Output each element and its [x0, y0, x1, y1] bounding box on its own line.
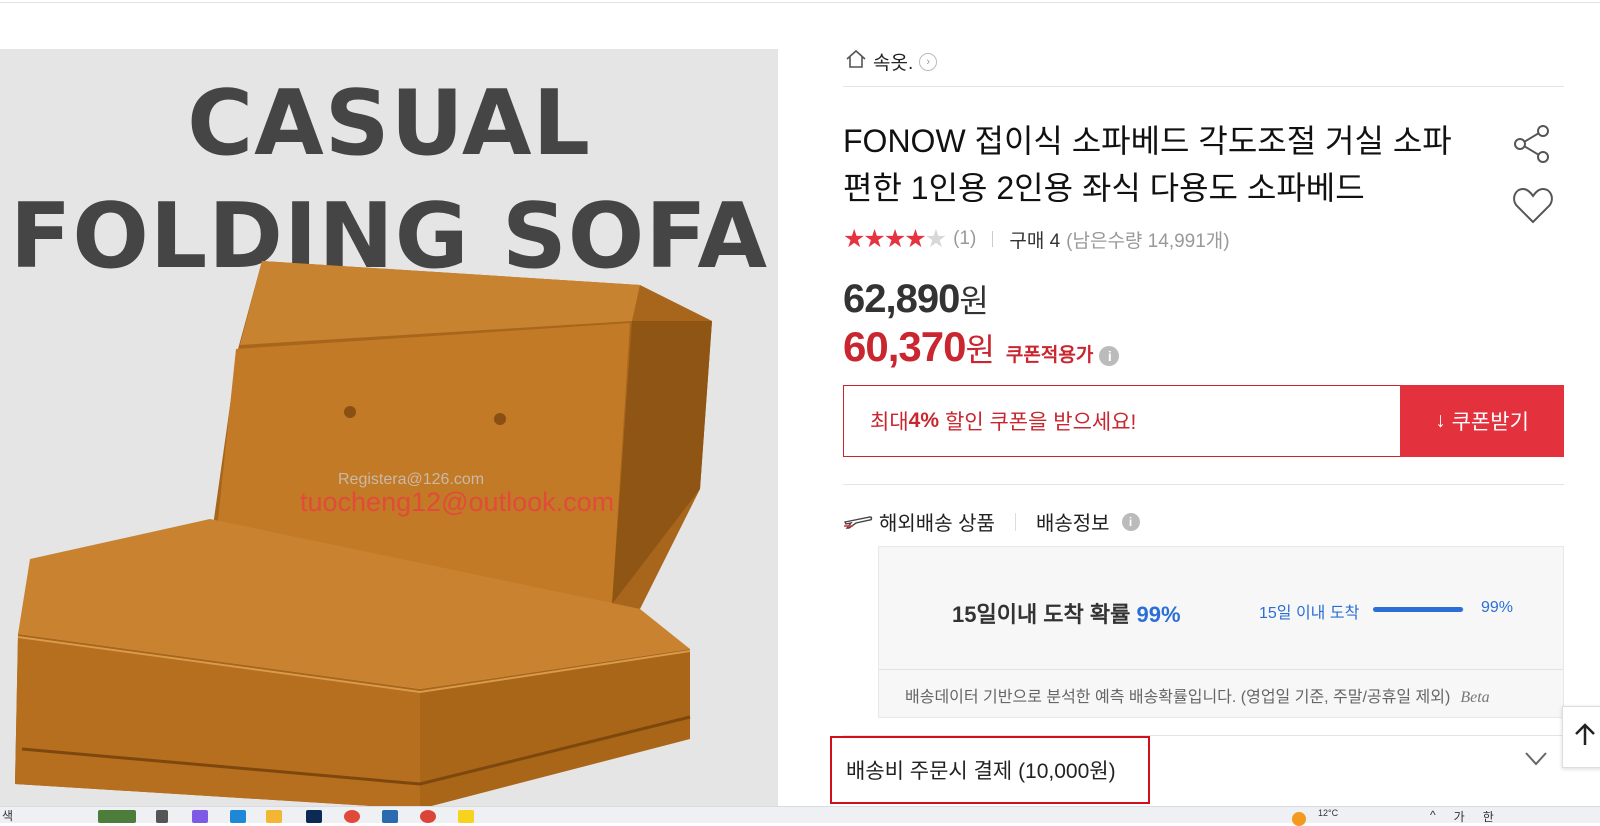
download-app-icon[interactable] — [344, 810, 360, 823]
weather-icon[interactable] — [1292, 812, 1306, 826]
kakaotalk-icon[interactable] — [458, 810, 474, 823]
coupon-price-unit: 원 — [965, 332, 994, 368]
watermark-large: tuocheng12@outlook.com — [300, 487, 615, 517]
probability-bar-value: 99% — [1481, 599, 1514, 616]
download-icon: ↓ — [1435, 409, 1446, 432]
star-icon: ★ — [883, 225, 906, 253]
delivery-probability-box: 15일이내 도착 확률 99% 15일 이내 도착 99% 배송데이터 기반으로… — [878, 546, 1564, 718]
app-icon[interactable] — [382, 810, 398, 823]
airplane-icon — [843, 509, 873, 535]
shipping-info-label[interactable]: 배송정보 — [1036, 507, 1110, 536]
taskbar: 색 12°C ^ 가 한 — [0, 806, 1600, 826]
coupon-price-label: 쿠폰적용가 — [1005, 345, 1094, 366]
product-title: FONOW 접이식 소파베드 각도조절 거실 소파 편한 1인용 2인용 좌식 … — [843, 123, 1452, 206]
shipping-row: 해외배송 상품 배송정보 i — [843, 507, 1140, 536]
weather-temp[interactable]: 12°C — [1318, 808, 1338, 818]
product-image[interactable]: CASUAL FOLDING SOFA Registera@126.com tu… — [0, 49, 778, 809]
chevron-down-icon[interactable] — [1525, 752, 1547, 771]
sofa-illustration — [15, 261, 712, 809]
star-rating: ★ ★ ★ ★ ★ — [843, 224, 947, 254]
ime-mode-1[interactable]: 가 — [1454, 808, 1465, 825]
remaining-stock: (남은수량 14,991개) — [1066, 230, 1230, 252]
purchase-count: 구매 4 — [1009, 230, 1061, 252]
probability-bar-label: 15일 이내 도착 — [1259, 605, 1360, 622]
photoshop-icon[interactable] — [306, 810, 322, 823]
info-icon[interactable]: i — [1099, 346, 1120, 366]
box-divider — [879, 669, 1563, 670]
probability-note: 배송데이터 기반으로 분석한 예측 배송확률입니다. (영업일 기준, 주말/공… — [905, 683, 1490, 707]
folder-icon[interactable] — [266, 810, 282, 823]
shipping-fee-text: 배송비 주문시 결제 (10,000원) — [846, 760, 1116, 783]
info-icon[interactable]: i — [1121, 512, 1140, 531]
original-price: 62,890원 — [843, 276, 989, 322]
original-price-amount: 62,890 — [843, 277, 960, 321]
coupon-banner: 최대 4% 할인 쿠폰을 받으세요! — [843, 385, 1400, 457]
rating-row: ★ ★ ★ ★ ★ (1) 구매 4 (남은수량 14,991개) — [843, 224, 1230, 254]
star-icon: ★ — [843, 225, 865, 253]
edge-icon[interactable] — [230, 810, 246, 823]
copilot-icon[interactable] — [192, 810, 208, 823]
review-count[interactable]: (1) — [953, 228, 976, 250]
probability-value: 99% — [1136, 602, 1181, 627]
heart-icon[interactable] — [1512, 186, 1554, 231]
coupon-divider — [843, 484, 1564, 485]
scroll-to-top-button[interactable] — [1562, 706, 1600, 768]
shipping-fee-row[interactable]: 배송비 주문시 결제 (10,000원) — [830, 736, 1150, 804]
coupon-price: 60,370 원 쿠폰적용가 i — [843, 323, 1120, 371]
coupon-percent: 4% — [908, 409, 939, 432]
probability-title: 15일이내 도착 확률 99% — [952, 597, 1181, 629]
probability-bar — [1373, 607, 1464, 612]
star-empty-icon: ★ — [924, 225, 947, 253]
ime-mode-2[interactable]: 한 — [1483, 808, 1494, 825]
star-icon: ★ — [863, 225, 885, 253]
probability-title-text: 15일이내 도착 확률 — [952, 602, 1131, 627]
separator — [992, 231, 994, 247]
widget-icon[interactable] — [98, 810, 136, 823]
coupon-text-prefix: 최대 — [870, 411, 909, 434]
coupon-text-suffix: 할인 쿠폰을 받으세요! — [945, 411, 1137, 434]
breadcrumb-divider — [843, 86, 1564, 87]
coupon-price-amount: 60,370 — [843, 323, 966, 370]
home-icon[interactable] — [845, 49, 867, 75]
share-icon[interactable] — [1512, 124, 1552, 169]
chevron-right-icon[interactable]: › — [919, 52, 938, 71]
arrow-up-icon — [1574, 722, 1596, 752]
get-coupon-button[interactable]: ↓ 쿠폰받기 — [1400, 385, 1564, 457]
beta-label: Beta — [1460, 689, 1490, 706]
overseas-shipping-label: 해외배송 상품 — [879, 513, 995, 535]
star-icon: ★ — [904, 225, 926, 253]
breadcrumb-category[interactable]: 속옷. — [873, 48, 913, 75]
system-tray[interactable]: ^ 가 한 — [1430, 808, 1494, 825]
separator — [1014, 512, 1016, 531]
chrome-icon[interactable] — [420, 810, 436, 823]
probability-bar-fill — [1373, 607, 1464, 612]
original-price-unit: 원 — [959, 283, 988, 319]
probability-note-text: 배송데이터 기반으로 분석한 예측 배송확률입니다. (영업일 기준, 주말/공… — [905, 689, 1451, 706]
get-coupon-label: 쿠폰받기 — [1451, 411, 1529, 434]
chevron-up-icon[interactable]: ^ — [1430, 808, 1436, 825]
task-view-icon[interactable] — [156, 810, 168, 823]
top-divider — [0, 2, 1600, 3]
taskbar-search[interactable]: 색 — [0, 807, 13, 824]
breadcrumb[interactable]: 속옷. › — [845, 48, 938, 75]
